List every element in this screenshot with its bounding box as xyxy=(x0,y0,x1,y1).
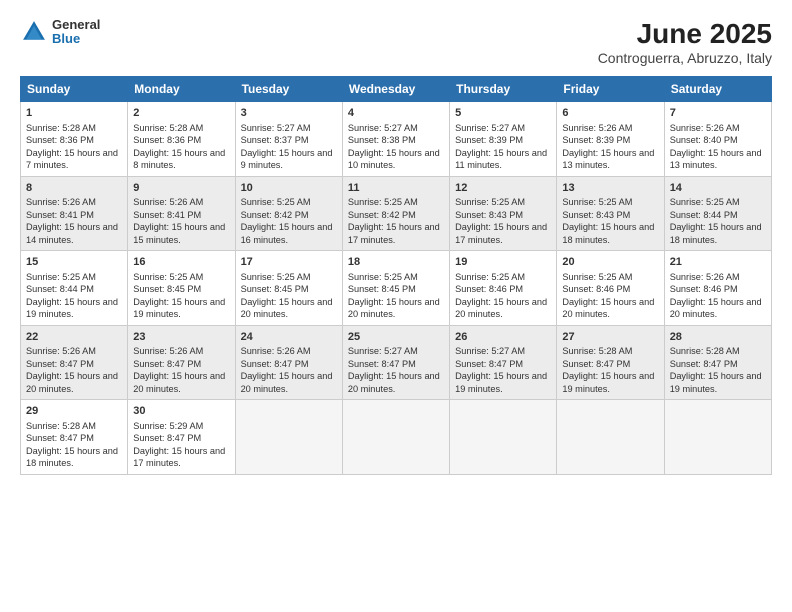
day-cell-20: 20Sunrise: 5:25 AMSunset: 8:46 PMDayligh… xyxy=(557,251,664,326)
header-saturday: Saturday xyxy=(664,77,771,102)
day-cell-24: 24Sunrise: 5:26 AMSunset: 8:47 PMDayligh… xyxy=(235,325,342,400)
day-cell-23: 23Sunrise: 5:26 AMSunset: 8:47 PMDayligh… xyxy=(128,325,235,400)
day-cell-28: 28Sunrise: 5:28 AMSunset: 8:47 PMDayligh… xyxy=(664,325,771,400)
week-row-5: 29Sunrise: 5:28 AMSunset: 8:47 PMDayligh… xyxy=(21,400,772,475)
day-cell-8: 8Sunrise: 5:26 AMSunset: 8:41 PMDaylight… xyxy=(21,176,128,251)
week-row-3: 15Sunrise: 5:25 AMSunset: 8:44 PMDayligh… xyxy=(21,251,772,326)
day-cell-9: 9Sunrise: 5:26 AMSunset: 8:41 PMDaylight… xyxy=(128,176,235,251)
subtitle: Controguerra, Abruzzo, Italy xyxy=(598,50,772,66)
logo-blue: Blue xyxy=(52,32,100,46)
day-cell-11: 11Sunrise: 5:25 AMSunset: 8:42 PMDayligh… xyxy=(342,176,449,251)
day-cell-13: 13Sunrise: 5:25 AMSunset: 8:43 PMDayligh… xyxy=(557,176,664,251)
week-row-1: 1Sunrise: 5:28 AMSunset: 8:36 PMDaylight… xyxy=(21,102,772,177)
calendar-table: Sunday Monday Tuesday Wednesday Thursday… xyxy=(20,76,772,475)
day-cell-4: 4Sunrise: 5:27 AMSunset: 8:38 PMDaylight… xyxy=(342,102,449,177)
day-cell-19: 19Sunrise: 5:25 AMSunset: 8:46 PMDayligh… xyxy=(450,251,557,326)
day-cell-12: 12Sunrise: 5:25 AMSunset: 8:43 PMDayligh… xyxy=(450,176,557,251)
page: General Blue June 2025 Controguerra, Abr… xyxy=(0,0,792,612)
day-cell-18: 18Sunrise: 5:25 AMSunset: 8:45 PMDayligh… xyxy=(342,251,449,326)
day-cell-empty-3 xyxy=(450,400,557,475)
header-thursday: Thursday xyxy=(450,77,557,102)
logo-icon xyxy=(20,18,48,46)
week-row-4: 22Sunrise: 5:26 AMSunset: 8:47 PMDayligh… xyxy=(21,325,772,400)
logo: General Blue xyxy=(20,18,100,47)
header-friday: Friday xyxy=(557,77,664,102)
day-cell-7: 7Sunrise: 5:26 AMSunset: 8:40 PMDaylight… xyxy=(664,102,771,177)
day-cell-6: 6Sunrise: 5:26 AMSunset: 8:39 PMDaylight… xyxy=(557,102,664,177)
day-cell-15: 15Sunrise: 5:25 AMSunset: 8:44 PMDayligh… xyxy=(21,251,128,326)
header-sunday: Sunday xyxy=(21,77,128,102)
day-cell-empty-4 xyxy=(557,400,664,475)
day-cell-3: 3Sunrise: 5:27 AMSunset: 8:37 PMDaylight… xyxy=(235,102,342,177)
day-cell-25: 25Sunrise: 5:27 AMSunset: 8:47 PMDayligh… xyxy=(342,325,449,400)
header-wednesday: Wednesday xyxy=(342,77,449,102)
day-cell-26: 26Sunrise: 5:27 AMSunset: 8:47 PMDayligh… xyxy=(450,325,557,400)
logo-text: General Blue xyxy=(52,18,100,47)
day-cell-27: 27Sunrise: 5:28 AMSunset: 8:47 PMDayligh… xyxy=(557,325,664,400)
logo-general: General xyxy=(52,18,100,32)
day-cell-14: 14Sunrise: 5:25 AMSunset: 8:44 PMDayligh… xyxy=(664,176,771,251)
day-cell-empty-5 xyxy=(664,400,771,475)
day-cell-empty-2 xyxy=(342,400,449,475)
day-cell-5: 5Sunrise: 5:27 AMSunset: 8:39 PMDaylight… xyxy=(450,102,557,177)
day-cell-empty-1 xyxy=(235,400,342,475)
day-cell-2: 2Sunrise: 5:28 AMSunset: 8:36 PMDaylight… xyxy=(128,102,235,177)
day-cell-22: 22Sunrise: 5:26 AMSunset: 8:47 PMDayligh… xyxy=(21,325,128,400)
header: General Blue June 2025 Controguerra, Abr… xyxy=(20,18,772,66)
weekday-header-row: Sunday Monday Tuesday Wednesday Thursday… xyxy=(21,77,772,102)
day-cell-30: 30Sunrise: 5:29 AMSunset: 8:47 PMDayligh… xyxy=(128,400,235,475)
day-cell-29: 29Sunrise: 5:28 AMSunset: 8:47 PMDayligh… xyxy=(21,400,128,475)
week-row-2: 8Sunrise: 5:26 AMSunset: 8:41 PMDaylight… xyxy=(21,176,772,251)
title-block: June 2025 Controguerra, Abruzzo, Italy xyxy=(598,18,772,66)
day-cell-10: 10Sunrise: 5:25 AMSunset: 8:42 PMDayligh… xyxy=(235,176,342,251)
header-monday: Monday xyxy=(128,77,235,102)
header-tuesday: Tuesday xyxy=(235,77,342,102)
main-title: June 2025 xyxy=(598,18,772,50)
day-cell-17: 17Sunrise: 5:25 AMSunset: 8:45 PMDayligh… xyxy=(235,251,342,326)
day-cell-16: 16Sunrise: 5:25 AMSunset: 8:45 PMDayligh… xyxy=(128,251,235,326)
day-cell-21: 21Sunrise: 5:26 AMSunset: 8:46 PMDayligh… xyxy=(664,251,771,326)
day-cell-1: 1Sunrise: 5:28 AMSunset: 8:36 PMDaylight… xyxy=(21,102,128,177)
